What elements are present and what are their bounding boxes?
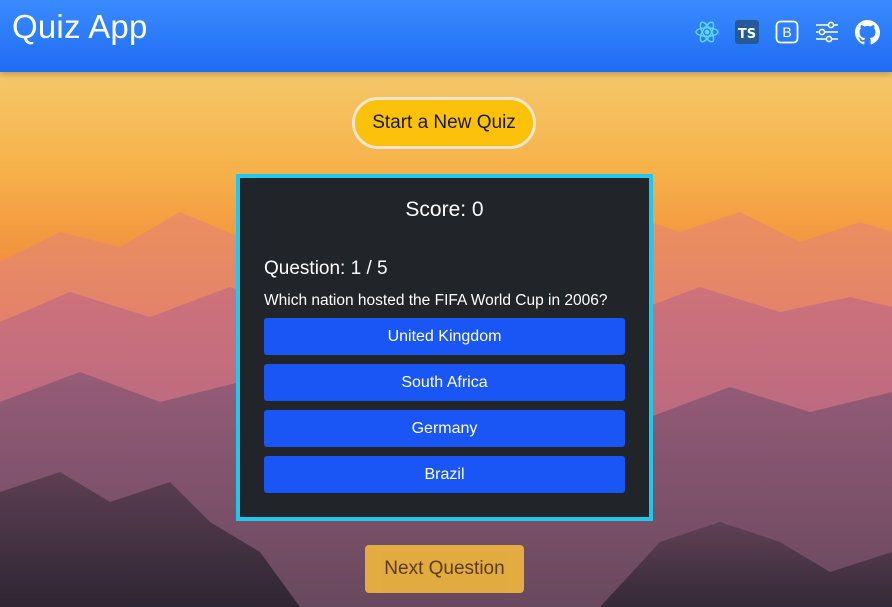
- question-number: Question: 1 / 5: [264, 258, 388, 279]
- settings-sliders-icon[interactable]: [814, 17, 840, 47]
- bootstrap-icon[interactable]: B: [774, 17, 800, 47]
- score-label: Score: 0: [405, 198, 484, 221]
- typescript-icon[interactable]: TS: [734, 17, 760, 47]
- react-icon[interactable]: [694, 17, 720, 47]
- next-question-button[interactable]: Next Question: [365, 545, 524, 593]
- answer-list: United Kingdom South Africa Germany Braz…: [264, 318, 625, 502]
- answer-button[interactable]: Germany: [264, 410, 625, 447]
- answer-button[interactable]: South Africa: [264, 364, 625, 401]
- app-header: Quiz App TS B: [0, 0, 892, 72]
- answer-button[interactable]: Brazil: [264, 456, 625, 493]
- app-title: Quiz App: [12, 8, 148, 45]
- answer-button[interactable]: United Kingdom: [264, 318, 625, 355]
- header-icons: TS B: [694, 17, 880, 47]
- quiz-card: Score: 0 Question: 1 / 5 Which nation ho…: [236, 174, 653, 521]
- github-icon[interactable]: [854, 17, 880, 47]
- typescript-label: TS: [735, 20, 759, 44]
- start-new-quiz-button[interactable]: Start a New Quiz: [352, 97, 536, 149]
- question-text: Which nation hosted the FIFA World Cup i…: [264, 292, 608, 309]
- bootstrap-label: B: [782, 24, 791, 40]
